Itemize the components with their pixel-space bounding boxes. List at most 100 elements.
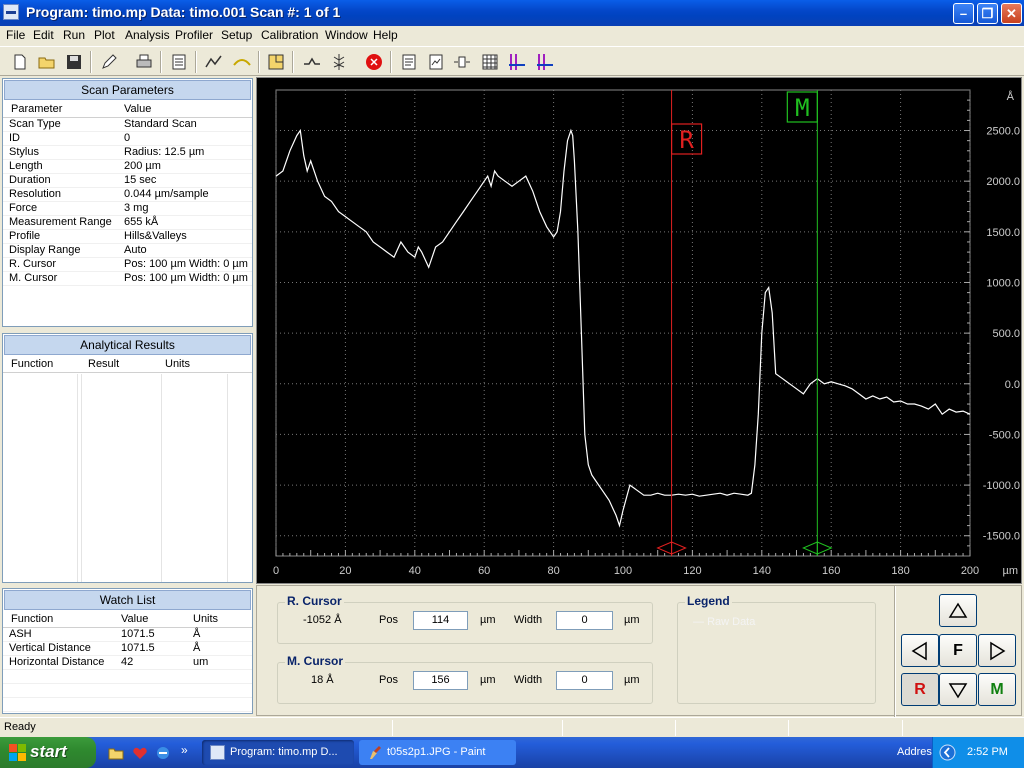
profile-chart[interactable]: 0 20 40 60 80 100 120 140 160 180 200 2500.0 2000.0 1… <box>257 78 1023 585</box>
cursor-r-icon[interactable] <box>507 52 527 72</box>
menu-plot[interactable]: Plot <box>94 28 115 42</box>
table-row[interactable]: Display Range Auto <box>3 244 252 258</box>
print-icon[interactable] <box>134 52 154 72</box>
program-icon <box>210 745 225 760</box>
column-value[interactable]: Value <box>121 613 148 625</box>
m-width-unit: µm <box>624 674 640 686</box>
y-tick-label: 500.0 <box>992 328 1020 340</box>
menu-setup[interactable]: Setup <box>221 28 252 42</box>
m-cursor-reading: 18 Å <box>311 674 334 686</box>
level-icon[interactable] <box>232 52 252 72</box>
parameter-name: R. Cursor <box>9 258 57 270</box>
column-units[interactable]: Units <box>165 358 190 370</box>
parameter-name: Profile <box>9 230 41 242</box>
column-function[interactable]: Function <box>11 358 53 370</box>
parameter-name: Length <box>9 160 43 172</box>
tray-collapse-icon[interactable] <box>939 744 956 761</box>
table-row[interactable]: Duration 15 sec <box>3 174 252 188</box>
task-paint[interactable]: t05s2p1.JPG - Paint <box>359 740 516 765</box>
calculator-icon[interactable] <box>169 52 189 72</box>
parameter-name: Scan Type <box>9 118 61 130</box>
table-row[interactable]: Resolution 0.044 µm/sample <box>3 188 252 202</box>
align-icon[interactable] <box>452 52 472 72</box>
start-label: start <box>30 742 67 761</box>
table-row[interactable]: Scan Type Standard Scan <box>3 118 252 132</box>
nav-up-button[interactable] <box>939 594 977 627</box>
menu-run[interactable]: Run <box>63 28 85 42</box>
x-tick-label: 80 <box>547 565 559 577</box>
parameter-value: 15 sec <box>124 174 157 186</box>
m-width-input[interactable]: 0 <box>556 671 613 690</box>
nav-left-button[interactable] <box>901 634 939 667</box>
profile-plot[interactable]: 0 20 40 60 80 100 120 140 160 180 200 2500.0 2000.0 1… <box>256 77 1022 584</box>
table-row[interactable]: Horizontal Distance 42 um <box>3 656 252 670</box>
table-row[interactable]: Length 200 µm <box>3 160 252 174</box>
heart-app-icon[interactable] <box>132 745 148 761</box>
r-pos-input[interactable]: 114 <box>413 611 468 630</box>
menu-file[interactable]: File <box>6 28 25 42</box>
column-result[interactable]: Result <box>88 358 119 370</box>
internet-explorer-icon[interactable] <box>155 745 171 761</box>
menu-window[interactable]: Window <box>325 28 368 42</box>
paint-icon <box>367 745 382 760</box>
m-pos-input[interactable]: 156 <box>413 671 468 690</box>
step-icon[interactable] <box>302 52 322 72</box>
y-tick-label: 1000.0 <box>986 277 1020 289</box>
quick-launch-chevron[interactable]: » <box>181 743 188 757</box>
stop-icon[interactable] <box>364 52 384 72</box>
table-row[interactable]: Force 3 mg <box>3 202 252 216</box>
menu-profiler[interactable]: Profiler <box>175 28 213 42</box>
task-program[interactable]: Program: timo.mp D... <box>202 740 354 765</box>
open-folder-icon[interactable] <box>37 52 57 72</box>
watch-value: 1071.5 <box>121 628 155 640</box>
edit-pen-icon[interactable] <box>99 52 119 72</box>
menu-calibration[interactable]: Calibration <box>261 28 318 42</box>
menu-help[interactable]: Help <box>373 28 398 42</box>
maximize-button[interactable]: ❐ <box>977 3 998 24</box>
column-parameter[interactable]: Parameter <box>11 103 62 115</box>
scan-parameters-header: Scan Parameters <box>4 80 251 100</box>
m-cursor-title: M. Cursor <box>285 654 346 668</box>
table-row[interactable]: M. Cursor Pos: 100 µm Width: 0 µm <box>3 272 252 286</box>
table-row[interactable]: Measurement Range 655 kÅ <box>3 216 252 230</box>
toolbar-separator <box>390 51 392 73</box>
zoom-box-icon[interactable] <box>266 52 286 72</box>
stack-icon[interactable] <box>329 52 349 72</box>
menu-analysis[interactable]: Analysis <box>125 28 170 42</box>
table-row[interactable]: R. Cursor Pos: 100 µm Width: 0 µm <box>3 258 252 272</box>
table-row[interactable]: ID 0 <box>3 132 252 146</box>
x-tick-label: 20 <box>339 565 351 577</box>
save-icon[interactable] <box>64 52 84 72</box>
start-button[interactable]: start <box>0 737 96 768</box>
menu-edit[interactable]: Edit <box>33 28 54 42</box>
table-row[interactable]: ASH 1071.5 Å <box>3 628 252 642</box>
nav-m-button[interactable]: M <box>978 673 1016 706</box>
r-width-input[interactable]: 0 <box>556 611 613 630</box>
table-row[interactable]: Profile Hills&Valleys <box>3 230 252 244</box>
profile-edit-icon[interactable] <box>204 52 224 72</box>
table-row[interactable]: Stylus Radius: 12.5 µm <box>3 146 252 160</box>
nav-r-button[interactable]: R <box>901 673 939 706</box>
watch-value: 1071.5 <box>121 642 155 654</box>
empty-row <box>3 698 252 712</box>
minimize-button[interactable]: – <box>953 3 974 24</box>
nav-right-button[interactable] <box>978 634 1016 667</box>
column-units[interactable]: Units <box>193 613 218 625</box>
new-file-icon[interactable] <box>10 52 30 72</box>
app-icon <box>3 4 19 20</box>
nav-down-button[interactable] <box>939 673 977 706</box>
parameter-value: Radius: 12.5 µm <box>124 146 205 158</box>
table-row[interactable]: Vertical Distance 1071.5 Å <box>3 642 252 656</box>
grid-icon[interactable] <box>480 52 500 72</box>
r-cursor-reading: -1052 Å <box>303 614 342 626</box>
column-function[interactable]: Function <box>11 613 53 625</box>
cursor-m-icon[interactable] <box>535 52 555 72</box>
report-icon[interactable] <box>399 52 419 72</box>
plot-file-icon[interactable] <box>426 52 446 72</box>
m-cursor-handle <box>802 541 833 555</box>
explorer-icon[interactable] <box>108 745 124 761</box>
scan-parameters-rows: Scan Type Standard Scan ID 0 Stylus Radius: 1… <box>3 118 252 286</box>
column-value[interactable]: Value <box>124 103 151 115</box>
nav-f-button[interactable]: F <box>939 634 977 667</box>
close-button[interactable]: ✕ <box>1001 3 1022 24</box>
